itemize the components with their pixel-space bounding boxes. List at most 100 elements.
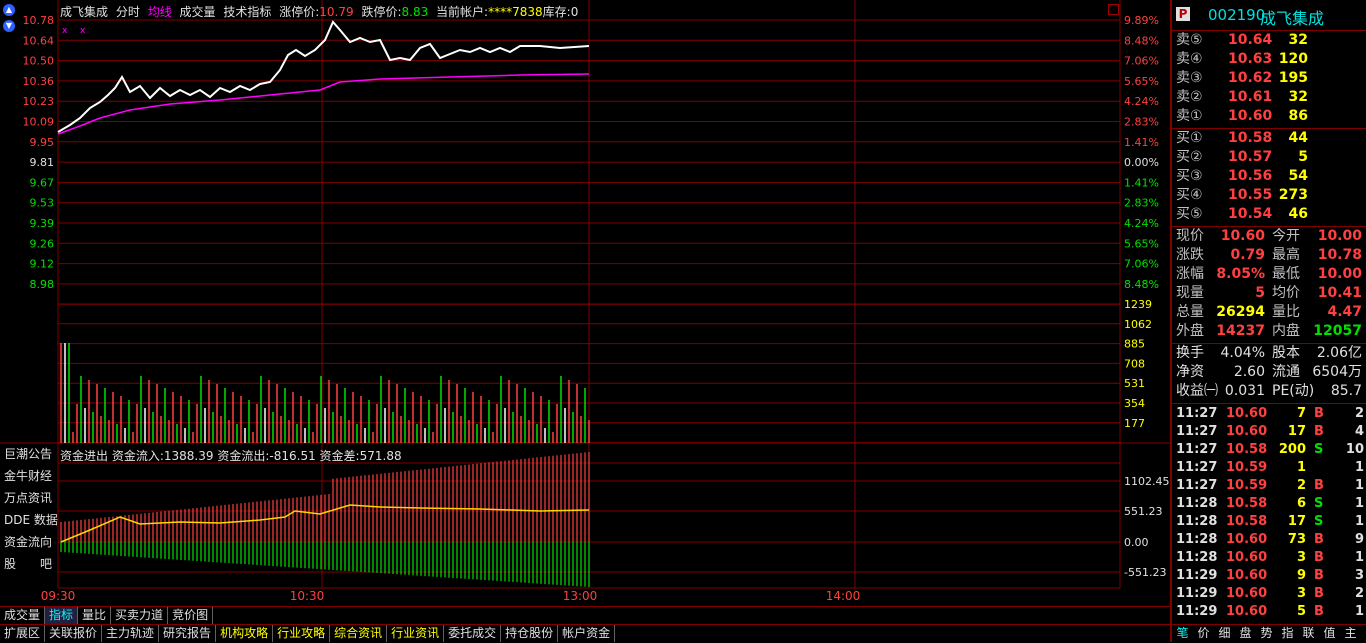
stat-value: 8.05% xyxy=(1216,266,1265,282)
side-btn-guba[interactable]: 股 吧 xyxy=(4,555,56,572)
price-tick-label: 9.12 xyxy=(30,258,55,271)
chevron-up-icon[interactable]: ▲ xyxy=(3,4,15,16)
panel-tab[interactable]: 价 xyxy=(1193,625,1214,642)
stat-label: 现量 xyxy=(1176,285,1204,301)
tab-research[interactable]: 研究报告 xyxy=(159,625,217,642)
side-btn-jinniu[interactable]: 金牛财经 xyxy=(4,467,56,484)
side-btn-fundflow[interactable]: 资金流向 xyxy=(4,533,56,550)
tab-extended[interactable]: 扩展区 xyxy=(0,625,46,642)
tab-positions[interactable]: 持仓股份 xyxy=(501,625,559,642)
tab-industry-strategy[interactable]: 行业攻略 xyxy=(273,625,331,642)
tick-side: S xyxy=(1314,514,1324,529)
p-badge-icon[interactable]: P xyxy=(1176,7,1190,21)
account-label: 当前帐户: xyxy=(436,5,489,19)
tab-general-news[interactable]: 综合资讯 xyxy=(330,625,388,642)
panel-tab[interactable]: 细 xyxy=(1214,625,1235,642)
buy-level[interactable]: 买⑤ 10.54 46 xyxy=(1176,205,1364,224)
panel-tab[interactable]: 值 xyxy=(1319,625,1340,642)
stat-label: 涨幅 xyxy=(1176,266,1204,282)
panel-tab[interactable]: 盘 xyxy=(1235,625,1256,642)
panel-tab[interactable]: 联 xyxy=(1298,625,1319,642)
menu-fenshi[interactable]: 分时 xyxy=(116,5,140,19)
limit-up-label: 涨停价: xyxy=(279,5,320,19)
menu-avg-line[interactable]: 均线 xyxy=(148,5,172,19)
pct-tick-label: 8.48% xyxy=(1124,278,1159,291)
pct-tick-label: 4.24% xyxy=(1124,95,1159,108)
pct-tick-label: 4.24% xyxy=(1124,217,1159,230)
volume-tick-label: 1239 xyxy=(1124,298,1152,311)
tick-price: 10.60 xyxy=(1226,586,1268,601)
panel-tab[interactable]: 笔 xyxy=(1172,625,1193,642)
tab-industry-news[interactable]: 行业资讯 xyxy=(387,625,445,642)
tab-volume-ratio[interactable]: 量比 xyxy=(78,607,112,624)
tick-side: B xyxy=(1314,568,1324,583)
tab-main-track[interactable]: 主力轨迹 xyxy=(102,625,160,642)
order-volume: 32 xyxy=(1288,32,1308,48)
tick-count: 1 xyxy=(1354,496,1364,511)
tab-volume[interactable]: 成交量 xyxy=(0,607,46,624)
buy-level[interactable]: 买④ 10.55 273 xyxy=(1176,186,1364,205)
tick-count: 3 xyxy=(1354,568,1364,583)
order-volume: 120 xyxy=(1278,51,1308,67)
limit-up-value: 10.79 xyxy=(319,5,354,19)
stat-value: 85.7 xyxy=(1330,383,1362,399)
sell-level[interactable]: 卖② 10.61 32 xyxy=(1176,88,1364,107)
tick-row: 11:28 10.60 3 B 1 xyxy=(1176,549,1366,567)
tab-buy-sell-force[interactable]: 买卖力道 xyxy=(111,607,169,624)
buy-level[interactable]: 买③ 10.56 54 xyxy=(1176,167,1364,186)
buy-level[interactable]: 买① 10.58 44 xyxy=(1176,129,1364,148)
tick-volume: 73 xyxy=(1287,532,1306,547)
stat-label: 外盘 xyxy=(1176,323,1204,339)
stat-label: 总量 xyxy=(1176,304,1204,320)
tab-indicator[interactable]: 指标 xyxy=(45,607,79,624)
panel-tab[interactable]: 指 xyxy=(1277,625,1298,642)
tab-related-quote[interactable]: 关联报价 xyxy=(45,625,103,642)
tab-inst-strategy[interactable]: 机构攻略 xyxy=(216,625,274,642)
order-level-label: 卖③ xyxy=(1176,70,1203,86)
price-tick-label: 10.36 xyxy=(23,75,55,88)
menu-volume[interactable]: 成交量 xyxy=(180,5,216,19)
sell-level[interactable]: 卖③ 10.62 195 xyxy=(1176,69,1364,88)
side-btn-wandian[interactable]: 万点资讯 xyxy=(4,489,56,506)
stat-row: 收益㈠ 0.031 PE(动) 85.7 xyxy=(1176,382,1364,401)
tick-volume: 3 xyxy=(1296,550,1306,565)
tick-volume: 7 xyxy=(1296,406,1306,421)
tab-auction[interactable]: 竞价图 xyxy=(168,607,214,624)
panel-tab[interactable]: 势 xyxy=(1256,625,1277,642)
stat-value: 10.00 xyxy=(1317,266,1362,282)
menu-indicators[interactable]: 技术指标 xyxy=(223,5,271,19)
intraday-chart-svg[interactable]: 10.78 10.64 10.50 10.36 10.23 10.09 9.95 9.81 9.… xyxy=(0,0,1170,606)
order-volume: 5 xyxy=(1298,149,1308,165)
chart-header: 成飞集成 分时 均线 成交量 技术指标 涨停价:10.79 跌停价:8.83 当… xyxy=(60,3,582,20)
buy-level[interactable]: 买② 10.57 5 xyxy=(1176,148,1364,167)
tick-side: B xyxy=(1314,532,1324,547)
tick-count: 1 xyxy=(1354,478,1364,493)
fund-in-label: 资金流入: xyxy=(111,449,164,463)
tab-account-funds[interactable]: 帐户资金 xyxy=(558,625,616,642)
order-level-label: 买⑤ xyxy=(1176,206,1203,222)
pct-tick-label: 7.06% xyxy=(1124,258,1159,271)
sell-level[interactable]: 卖⑤ 10.64 32 xyxy=(1176,31,1364,50)
intraday-chart-area[interactable]: 10.78 10.64 10.50 10.36 10.23 10.09 9.95 9.81 9.… xyxy=(0,0,1170,606)
sell-level[interactable]: 卖① 10.60 86 xyxy=(1176,107,1364,126)
panel-tab[interactable]: 主 xyxy=(1340,625,1361,642)
sell-level[interactable]: 卖④ 10.63 120 xyxy=(1176,50,1364,69)
price-tick-label: 10.78 xyxy=(23,14,55,27)
tick-count: 4 xyxy=(1354,424,1364,439)
tick-time: 11:27 xyxy=(1176,460,1218,475)
order-volume: 32 xyxy=(1288,89,1308,105)
order-price: 10.56 xyxy=(1228,168,1273,184)
tab-orders[interactable]: 委托成交 xyxy=(444,625,502,642)
time-tick-label: 13:00 xyxy=(563,589,598,603)
chevron-down-icon[interactable]: ▼ xyxy=(3,20,15,32)
window-restore-icon[interactable] xyxy=(1108,4,1119,15)
stat-row: 换手 4.04% 股本 2.06亿 xyxy=(1176,344,1364,363)
stock-name-panel: 成飞集成 xyxy=(1260,9,1325,28)
side-btn-announcement[interactable]: 巨潮公告 xyxy=(4,445,56,462)
tick-time: 11:29 xyxy=(1176,586,1218,601)
side-btn-dde[interactable]: DDE 数据 xyxy=(4,511,58,528)
stat-row: 现量 5 均价 10.41 xyxy=(1176,284,1364,303)
tick-volume: 6 xyxy=(1296,496,1306,511)
volume-tick-label: 531 xyxy=(1124,377,1145,390)
stat-label: 量比 xyxy=(1272,304,1300,320)
